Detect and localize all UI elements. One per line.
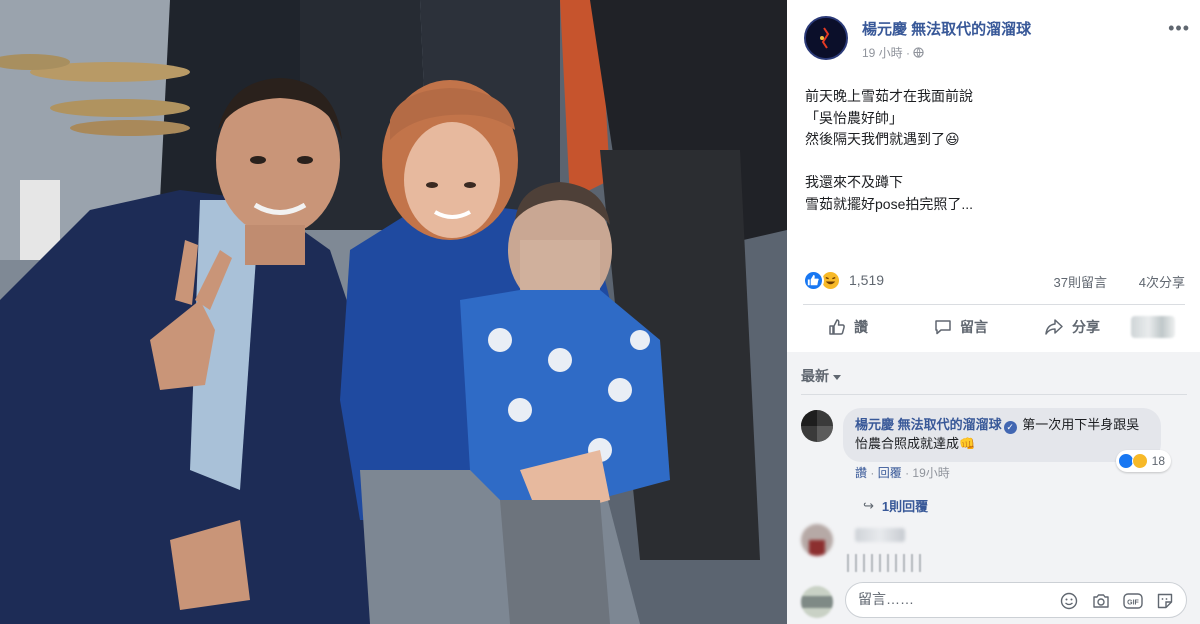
- like-button[interactable]: 讚: [827, 312, 868, 342]
- my-avatar[interactable]: [801, 586, 833, 618]
- commenter-avatar-image: [801, 410, 833, 442]
- globe-icon[interactable]: [913, 46, 925, 60]
- reaction-icons[interactable]: [803, 270, 847, 292]
- more-options-icon[interactable]: •••: [1168, 18, 1190, 39]
- page-avatar[interactable]: [804, 16, 848, 60]
- share-count[interactable]: 4次分享: [1139, 272, 1185, 291]
- share-label: 分享: [1072, 319, 1100, 335]
- post-stats: 1,519 37則留言 4次分享: [803, 268, 1185, 294]
- comment-input[interactable]: [858, 591, 1048, 607]
- post-header: 楊元慶 無法取代的溜溜球 19 小時 · •••: [804, 16, 1189, 64]
- view-replies-link[interactable]: ↪ 1則回覆: [863, 496, 928, 515]
- comment-count[interactable]: 37則留言: [1054, 272, 1107, 291]
- commenter-avatar-image: [801, 524, 833, 556]
- post-text-line: 前天晚上雪茹才在我面前說: [805, 88, 973, 104]
- comment-reaction-count: 18: [1151, 453, 1165, 468]
- post-time[interactable]: 19 小時: [862, 46, 903, 60]
- share-as-avatar[interactable]: [1131, 316, 1175, 338]
- comment-button[interactable]: 留言: [933, 312, 988, 342]
- meta-separator: ·: [905, 466, 910, 480]
- comment-meta: 讚 · 回覆 · 19小時: [855, 464, 950, 481]
- commenter-avatar[interactable]: [801, 410, 833, 442]
- post-text-line: 然後隔天我們就遇到了😆: [805, 131, 960, 147]
- camera-icon[interactable]: [1090, 590, 1112, 612]
- comment-bubble: 楊元慶 無法取代的溜溜球 ✓ 第一次用下半身跟吳怡農合照成就達成👊 18: [843, 408, 1171, 472]
- emoji-icon[interactable]: [1058, 590, 1080, 612]
- share-button[interactable]: 分享: [1043, 312, 1100, 342]
- post-meta: 19 小時 ·: [862, 44, 925, 61]
- blurred-comment-name: [855, 528, 905, 542]
- reaction-count[interactable]: 1,519: [849, 272, 884, 288]
- post-text-line: 雪茹就擺好pose拍完照了...: [805, 195, 974, 212]
- replies-label: 1則回覆: [881, 499, 929, 514]
- comment-reply-link[interactable]: 回覆: [878, 466, 902, 480]
- verified-badge-icon: ✓: [1003, 421, 1017, 434]
- gif-icon[interactable]: GIF: [1122, 590, 1144, 612]
- comment-time[interactable]: 19小時: [912, 466, 949, 480]
- comment-icon: [935, 320, 951, 335]
- composer-icons: GIF: [1058, 590, 1176, 612]
- page-avatar-image: [806, 18, 846, 58]
- like-reaction-icon: [803, 270, 824, 291]
- haha-reaction-icon: [1131, 453, 1148, 469]
- sort-label: 最新: [801, 368, 829, 384]
- svg-text:GIF: GIF: [1127, 600, 1139, 607]
- post-panel: 楊元慶 無法取代的溜溜球 19 小時 · ••• 前天晚上雪茹才在我面前說 「吳…: [787, 0, 1200, 624]
- post-text-line: [805, 151, 1185, 173]
- post-text: 前天晚上雪茹才在我面前說 「吳怡農好帥」 然後隔天我們就遇到了😆 我還來不及蹲下…: [805, 86, 1185, 215]
- comment-like-link[interactable]: 讚: [855, 466, 867, 480]
- facebook-photo-viewer: 楊元慶 無法取代的溜溜球 19 小時 · ••• 前天晚上雪茹才在我面前說 「吳…: [0, 0, 1200, 624]
- meta-separator: ·: [906, 46, 911, 60]
- comments-section: 最新 楊元慶 無法取代的溜溜球 ✓ 第一次用下半身跟吳怡農合照成就達成👊 18 讚: [787, 352, 1200, 624]
- photo-illustration: [0, 0, 787, 624]
- post-text-line: 「吳怡農好帥」: [805, 109, 903, 126]
- divider: [801, 394, 1187, 395]
- blurred-comment-sticker: [847, 554, 927, 572]
- thumbs-up-icon: [829, 319, 845, 335]
- page-name-link[interactable]: 楊元慶 無法取代的溜溜球: [862, 18, 1031, 39]
- my-avatar-image: [801, 586, 833, 618]
- meta-separator: ·: [870, 466, 875, 480]
- post-photo[interactable]: [0, 0, 787, 624]
- comment-composer: GIF: [845, 582, 1187, 618]
- reply-arrow-icon: ↪: [863, 497, 874, 513]
- like-label: 讚: [854, 319, 868, 335]
- divider: [803, 304, 1185, 305]
- comment-label: 留言: [960, 319, 988, 335]
- commenter-avatar[interactable]: [801, 524, 833, 556]
- comment-author-link[interactable]: 楊元慶 無法取代的溜溜球: [855, 417, 1002, 432]
- share-arrow-icon: [1045, 319, 1063, 335]
- comment-reactions[interactable]: 18: [1115, 450, 1171, 472]
- sticker-icon[interactable]: [1154, 590, 1176, 612]
- post-actions: 讚 留言 分享: [803, 306, 1185, 350]
- comment-sort-dropdown[interactable]: 最新: [801, 366, 841, 386]
- chevron-down-icon: [833, 374, 841, 380]
- post-text-line: 我還來不及蹲下: [805, 174, 903, 190]
